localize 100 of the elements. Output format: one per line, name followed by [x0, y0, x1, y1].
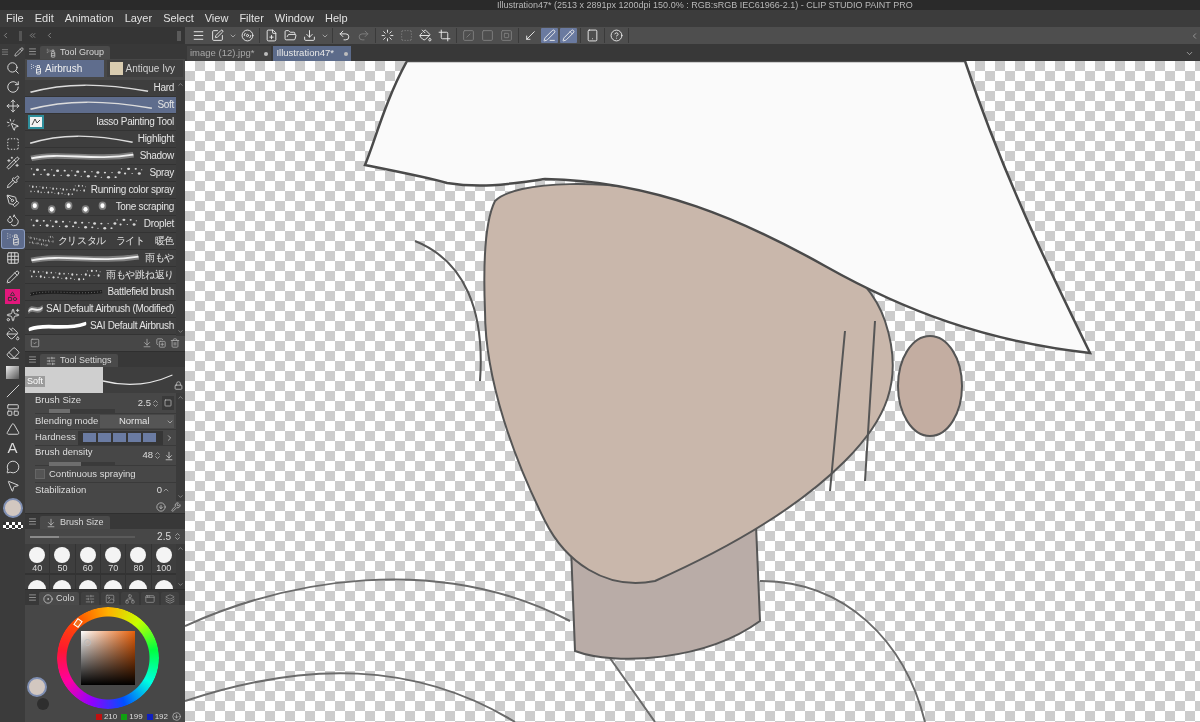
sub-tool-item[interactable]: Spray: [25, 165, 176, 182]
tool-tab[interactable]: Airbrush: [27, 60, 104, 77]
sub-tool-item[interactable]: Shadow: [25, 148, 176, 165]
size-preset-button[interactable]: [75, 574, 100, 589]
download-icon[interactable]: [164, 450, 174, 461]
sub-tool-item[interactable]: lasso Painting Tool: [25, 114, 176, 131]
menu-item[interactable]: Layer: [119, 11, 158, 26]
size-preset-button[interactable]: [50, 574, 75, 589]
spinner-icon[interactable]: [151, 398, 160, 408]
panel-menu-icon[interactable]: [1, 47, 9, 56]
sub-tool-item[interactable]: Battlefield brush: [25, 284, 176, 301]
sub-tool-item[interactable]: クリスタル ライト 暖色: [25, 233, 176, 250]
panel-tab[interactable]: Tool Group: [40, 46, 111, 59]
toolbar-button[interactable]: [379, 28, 396, 43]
menu-item[interactable]: Filter: [234, 11, 269, 26]
document-tab[interactable]: Illustration47*: [273, 46, 351, 61]
menu-item[interactable]: Help: [319, 11, 353, 26]
double-chevron-left-icon[interactable]: [28, 31, 37, 40]
slider-track[interactable]: [49, 461, 115, 466]
size-preset-button[interactable]: [151, 574, 176, 589]
size-preset-button[interactable]: [25, 574, 50, 589]
menu-item[interactable]: File: [1, 11, 29, 26]
toolbar-button[interactable]: [209, 28, 226, 43]
toolbar-button[interactable]: [436, 28, 453, 43]
tool-tab[interactable]: Antique Ivy: [106, 60, 183, 77]
slider-track[interactable]: [30, 535, 136, 538]
sub-tool-item[interactable]: Droplet: [25, 216, 176, 233]
menu-item[interactable]: Edit: [29, 11, 59, 26]
hardness-slider[interactable]: [77, 430, 163, 445]
scrollbar[interactable]: [176, 393, 185, 501]
scroll-down-icon[interactable]: [177, 581, 184, 588]
size-preset-button[interactable]: 60: [75, 544, 100, 573]
collapse-icon[interactable]: [1, 31, 10, 40]
square-icon[interactable]: [162, 396, 174, 410]
text-tool-button[interactable]: A: [1, 439, 24, 457]
document-tab[interactable]: image (12).jpg*: [187, 46, 272, 61]
scrollbar[interactable]: [176, 80, 185, 336]
trash-icon[interactable]: [170, 337, 180, 348]
size-preset-button[interactable]: 50: [50, 544, 75, 573]
hue-marker-icon[interactable]: [73, 618, 83, 628]
size-preset-button[interactable]: 80: [126, 544, 151, 573]
toolbar-button[interactable]: [239, 28, 256, 43]
size-preset-button[interactable]: [101, 574, 126, 589]
expand-icon[interactable]: [165, 432, 174, 443]
toolbar-button[interactable]: [417, 28, 434, 43]
sub-tool-item[interactable]: Hard: [25, 80, 176, 97]
sub-tool-item[interactable]: 雨もや: [25, 250, 176, 267]
toolbar-button[interactable]: [282, 28, 299, 43]
checkbox[interactable]: [35, 469, 45, 479]
sub-tool-item[interactable]: 雨もや跳ね返り: [25, 267, 176, 284]
scrollbar[interactable]: [176, 544, 185, 589]
toolbar-button[interactable]: [560, 28, 577, 43]
spinner-icon[interactable]: [153, 451, 162, 460]
toolbar-button[interactable]: [301, 28, 318, 43]
collapse-icon[interactable]: [1190, 30, 1199, 41]
wrench-icon[interactable]: [171, 502, 181, 512]
menu-item[interactable]: View: [199, 11, 234, 26]
sub-tool-item[interactable]: Tone scraping: [25, 199, 176, 216]
panel-menu-icon[interactable]: [28, 517, 37, 526]
panel-menu-icon[interactable]: [28, 593, 37, 602]
main-color-swatch[interactable]: [27, 677, 47, 697]
grip-handle-icon[interactable]: [177, 30, 181, 41]
sub-tool-item[interactable]: Running color spray: [25, 182, 176, 199]
pencil-icon[interactable]: [14, 46, 24, 57]
spinner-icon[interactable]: [173, 532, 182, 541]
tab-list-icon[interactable]: [1185, 49, 1194, 58]
sub-tool-item[interactable]: Soft: [25, 97, 176, 114]
menu-item[interactable]: Window: [269, 11, 319, 26]
grip-handle-icon[interactable]: [19, 30, 22, 41]
checked-square-icon[interactable]: [30, 337, 40, 348]
main-color-swatch[interactable]: [2, 498, 23, 518]
scroll-down-icon[interactable]: [177, 328, 184, 335]
lock-icon[interactable]: [174, 381, 183, 390]
panel-tab[interactable]: Tool Settings: [40, 354, 118, 367]
sub-tool-item[interactable]: SAI Default Airbrush: [25, 318, 176, 335]
collapse-icon[interactable]: [45, 31, 54, 40]
sub-tool-item[interactable]: SAI Default Airbrush (Modified): [25, 301, 176, 318]
slider-track[interactable]: [49, 409, 115, 414]
size-preset-button[interactable]: [126, 574, 151, 589]
sub-tool-item[interactable]: Highlight: [25, 131, 176, 148]
download-icon[interactable]: [142, 337, 152, 348]
toolbar-button[interactable]: [541, 28, 558, 43]
saturation-value-square[interactable]: [81, 631, 135, 685]
copy-plus-icon[interactable]: [156, 337, 166, 348]
scroll-down-icon[interactable]: [177, 493, 184, 500]
panel-menu-icon[interactable]: [28, 355, 37, 364]
menu-item[interactable]: Select: [158, 11, 199, 26]
panel-tab[interactable]: Brush Size: [40, 516, 110, 529]
menu-item[interactable]: Animation: [59, 11, 119, 26]
scroll-up-icon[interactable]: [177, 545, 184, 552]
size-preset-button[interactable]: 70: [101, 544, 126, 573]
sub-color-swatch[interactable]: [37, 698, 49, 710]
size-preset-button[interactable]: 100: [151, 544, 176, 573]
scroll-up-icon[interactable]: [177, 394, 184, 401]
panel-menu-icon[interactable]: [28, 47, 37, 56]
panel-tab[interactable]: Colo: [39, 592, 79, 605]
scroll-up-icon[interactable]: [177, 81, 184, 88]
spinner-icon[interactable]: [162, 486, 170, 494]
toolbar-button[interactable]: [608, 28, 625, 43]
checkerboard-icon[interactable]: [2, 522, 23, 529]
